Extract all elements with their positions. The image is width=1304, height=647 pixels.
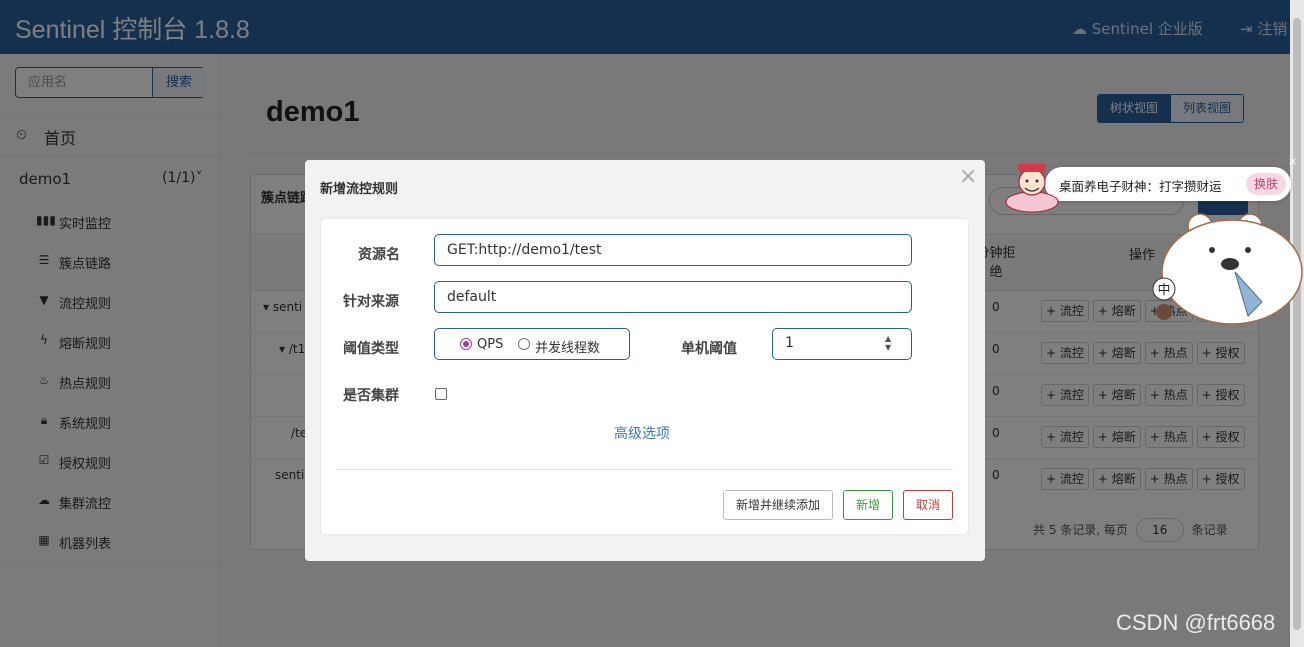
- stepper-arrows-icon[interactable]: ▲ ▼: [885, 334, 891, 352]
- cancel-button[interactable]: 取消: [903, 490, 953, 520]
- add-button[interactable]: 新增: [843, 490, 893, 520]
- change-skin-button[interactable]: 换肤: [1246, 173, 1286, 195]
- close-icon[interactable]: ×: [959, 164, 977, 189]
- add-flow-rule-dialog: 新增流控规则 × 资源名 GET:http://demo1/test 针对来源 …: [305, 160, 985, 561]
- thread-radio-label[interactable]: 并发线程数: [535, 337, 600, 356]
- csdn-watermark: CSDN @frt6668: [1116, 610, 1276, 635]
- qps-radio-label[interactable]: QPS: [477, 337, 503, 352]
- limit-origin-label: 针对来源: [343, 294, 399, 310]
- resource-name-input[interactable]: GET:http://demo1/test: [434, 234, 912, 266]
- widget-close-icon[interactable]: ×: [1288, 155, 1297, 168]
- resource-name-label: 资源名: [358, 247, 400, 263]
- cluster-mode-checkbox[interactable]: [435, 388, 447, 400]
- advanced-options-link[interactable]: 高级选项: [614, 423, 670, 443]
- add-and-continue-button[interactable]: 新增并继续添加: [723, 490, 833, 520]
- fortune-god-icon[interactable]: [1003, 158, 1061, 214]
- single-threshold-label: 单机阈值: [681, 341, 737, 357]
- widget-badge[interactable]: 中: [1157, 283, 1170, 298]
- qps-radio[interactable]: [460, 338, 472, 350]
- polar-bear-mascot-icon[interactable]: 中: [1150, 212, 1304, 328]
- threshold-type-group: QPS 并发线程数: [434, 328, 630, 360]
- dialog-title: 新增流控规则: [320, 182, 399, 197]
- cluster-mode-label: 是否集群: [343, 388, 399, 404]
- thread-radio[interactable]: [518, 338, 530, 350]
- desktop-pet-bubble: 桌面养电子财神：打字攒财运 换肤: [1045, 167, 1291, 201]
- widget-message: 桌面养电子财神：打字攒财运: [1059, 179, 1222, 194]
- limit-origin-input[interactable]: default: [434, 281, 912, 313]
- footer-divider: [336, 469, 953, 470]
- threshold-type-label: 阈值类型: [343, 341, 399, 357]
- single-threshold-value: 1: [785, 335, 794, 351]
- rule-form: 资源名 GET:http://demo1/test 针对来源 default 阈…: [320, 218, 969, 535]
- single-threshold-input[interactable]: 1 ▲ ▼: [772, 328, 912, 360]
